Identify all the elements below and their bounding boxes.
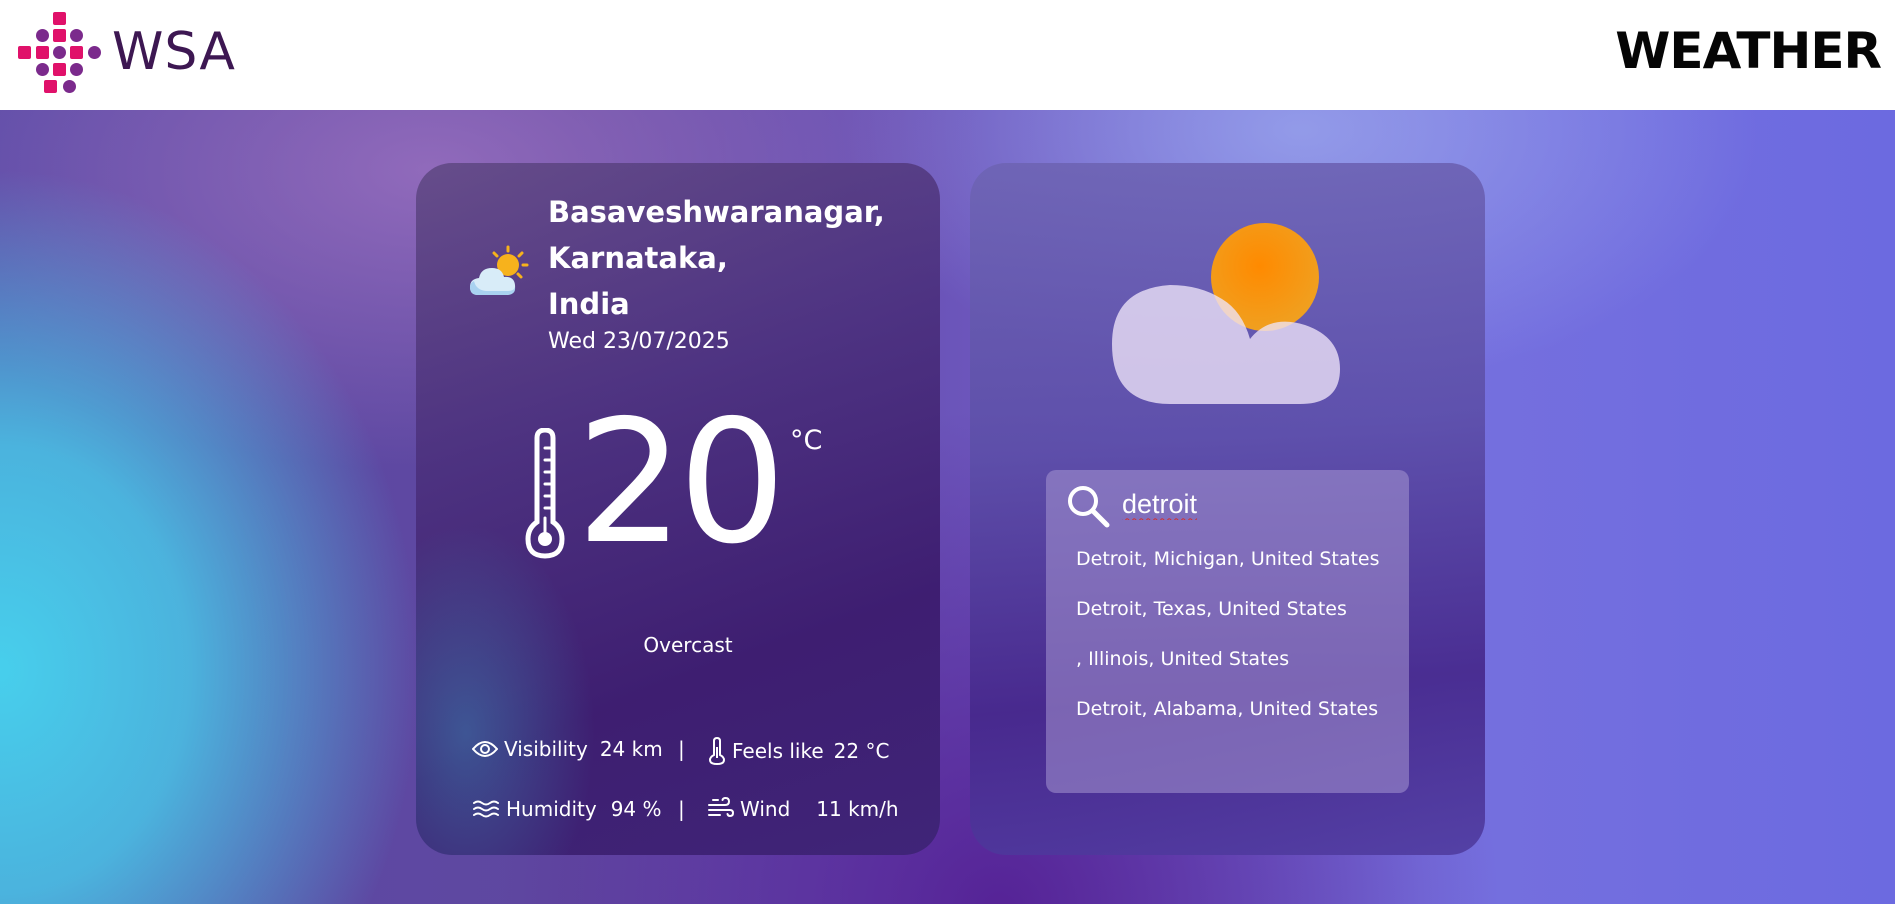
wind-icon (708, 797, 734, 818)
page-title: WEATHER (1615, 22, 1882, 80)
current-weather-card: Basaveshwaranagar, Karnataka, India Wed … (416, 163, 940, 855)
location-state: Karnataka, (548, 241, 728, 275)
wind-stat: Wind 11 km/h (708, 797, 899, 821)
search-suggestions: Detroit, Michigan, United States Detroit… (1076, 544, 1386, 744)
background (0, 110, 1895, 904)
search-icon[interactable] (1066, 484, 1110, 528)
humidity-label: Humidity (506, 797, 597, 821)
location-name: Basaveshwaranagar, Karnataka, India (548, 189, 928, 327)
feels-like-label: Feels like (732, 739, 824, 763)
thermometer-small-icon (708, 737, 726, 765)
wind-label: Wind (740, 797, 791, 821)
visibility-stat: Visibility 24 km (472, 737, 663, 761)
stats-row-2: Humidity 94 % | Wind 11 km/h (472, 797, 912, 827)
feels-like-value: 22 °C (833, 739, 890, 763)
feels-like-stat: Feels like 22 °C (708, 737, 889, 765)
weather-condition: Overcast (643, 633, 733, 657)
eye-icon (472, 741, 498, 757)
search-panel: Detroit, Michigan, United States Detroit… (1046, 470, 1409, 793)
header: WSA WEATHER (0, 0, 1895, 110)
suggestion-item[interactable]: Detroit, Alabama, United States (1076, 694, 1386, 724)
visibility-label: Visibility (504, 737, 588, 761)
suggestion-item[interactable]: , Illinois, United States (1076, 644, 1386, 674)
location-country: India (548, 287, 630, 321)
temperature-value: 20 (576, 384, 786, 582)
logo-dots-icon (18, 12, 102, 94)
cloud-sun-icon (1110, 219, 1350, 409)
stat-separator: | (678, 737, 685, 761)
partly-cloudy-icon (468, 243, 530, 305)
current-date: Wed 23/07/2025 (548, 329, 730, 354)
temperature-unit: °C (790, 425, 823, 456)
stats-row-1: Visibility 24 km | Feels like 22 °C (472, 737, 912, 767)
humidity-value: 94 % (610, 797, 662, 821)
wsa-logo[interactable]: WSA (18, 12, 258, 94)
stat-separator: | (678, 797, 685, 821)
waves-icon (473, 800, 499, 818)
search-card: Detroit, Michigan, United States Detroit… (970, 163, 1485, 855)
humidity-stat: Humidity 94 % (472, 797, 662, 821)
thermometer-icon (524, 427, 566, 560)
search-input[interactable] (1122, 484, 1392, 524)
suggestion-item[interactable]: Detroit, Michigan, United States (1076, 544, 1386, 574)
suggestion-item[interactable]: Detroit, Texas, United States (1076, 594, 1386, 624)
logo-text: WSA (112, 22, 236, 82)
visibility-value: 24 km (599, 737, 663, 761)
wind-value: 11 km/h (816, 797, 899, 821)
location-city: Basaveshwaranagar, (548, 195, 885, 229)
